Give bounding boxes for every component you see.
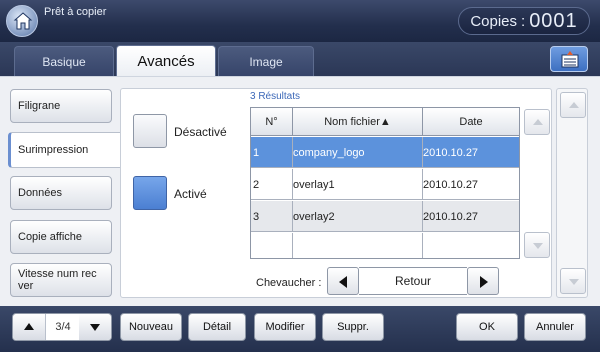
copies-colon: :: [521, 12, 526, 30]
modify-button[interactable]: Modifier: [254, 313, 316, 341]
overlay-panel: Désactivé Activé 3 Résultats N° Nom fich…: [120, 88, 552, 298]
table-scroll-up-button[interactable]: [524, 109, 550, 135]
sidebar-item-donnees[interactable]: Données: [10, 176, 112, 210]
content-area: Filigrane Surimpression Données Copie af…: [0, 76, 600, 306]
overlap-prev-button[interactable]: [327, 267, 359, 295]
row-filename: [293, 233, 423, 258]
sidebar-item-filigrane[interactable]: Filigrane: [10, 89, 112, 123]
table-header: N° Nom fichier▲ Date: [251, 108, 519, 136]
status-header: Prêt à copier Copies : 0001: [0, 0, 600, 42]
row-number: [251, 233, 293, 258]
table-row[interactable]: [251, 233, 519, 258]
delete-button[interactable]: Suppr.: [322, 313, 384, 341]
new-button[interactable]: Nouveau: [120, 313, 182, 341]
page-down-button[interactable]: [79, 314, 111, 340]
triangle-down-icon: [90, 324, 100, 331]
file-table: N° Nom fichier▲ Date 1 company_logo 2010…: [250, 107, 520, 259]
triangle-up-icon: [24, 323, 34, 330]
sidebar-item-label: Surimpression: [18, 144, 89, 156]
panel-scrollbar[interactable]: [556, 88, 588, 298]
results-count: 3 Résultats: [250, 91, 301, 102]
overlap-next-button[interactable]: [467, 267, 499, 295]
panel-scroll-up-button[interactable]: [560, 92, 586, 118]
row-number: 3: [251, 201, 293, 232]
page-up-button[interactable]: [13, 314, 45, 340]
cancel-button[interactable]: Annuler: [524, 313, 586, 341]
bottom-bar: 3/4 Nouveau Détail Modifier Suppr. OK An…: [0, 306, 600, 352]
page-navigator: 3/4: [12, 313, 112, 341]
home-icon: [13, 12, 33, 30]
home-button[interactable]: [6, 5, 38, 37]
table-row[interactable]: 2 overlay1 2010.10.27: [251, 169, 519, 200]
row-date: [423, 233, 519, 258]
off-option-box[interactable]: [133, 114, 167, 148]
detail-button[interactable]: Détail: [188, 313, 246, 341]
row-number: 1: [251, 137, 293, 168]
column-header-date[interactable]: Date: [423, 108, 519, 136]
row-filename: overlay1: [293, 169, 423, 200]
row-date: 2010.10.27: [423, 146, 479, 159]
sidebar-item-surimpression[interactable]: Surimpression: [8, 132, 122, 168]
sidebar-item-vitesse[interactable]: Vitesse num rec ver: [10, 263, 112, 297]
chevron-down-icon: [569, 279, 579, 285]
tab-bar: Basique Avancés Image: [0, 42, 600, 76]
sidebar-item-label: Filigrane: [18, 100, 61, 112]
copies-label: Copies: [470, 12, 518, 30]
chevron-up-icon: [533, 119, 543, 125]
chevron-down-icon: [533, 243, 543, 249]
row-filename: overlay2: [293, 201, 423, 232]
page-indicator: 3/4: [45, 314, 81, 340]
tab-image[interactable]: Image: [218, 46, 314, 76]
machine-status: Prêt à copier: [44, 6, 107, 18]
job-settings-button[interactable]: [550, 46, 588, 72]
overlap-label: Chevaucher :: [256, 277, 322, 289]
table-row[interactable]: 1 company_logo 2010.10.27: [251, 137, 519, 168]
table-row[interactable]: 3 overlay2 2010.10.27: [251, 201, 519, 232]
row-date: 2010.10.27: [423, 178, 479, 191]
ok-button[interactable]: OK: [456, 313, 518, 341]
sidebar-item-label: Données: [18, 187, 63, 199]
sidebar-item-label: Copie affiche: [18, 231, 83, 243]
sidebar-item-copie-affiche[interactable]: Copie affiche: [10, 220, 112, 254]
sidebar-item-label: Vitesse num rec ver: [18, 268, 97, 292]
arrow-left-icon: [339, 276, 347, 288]
column-header-number[interactable]: N°: [251, 108, 293, 136]
off-option-label: Désactivé: [174, 125, 227, 139]
copies-count: 0001: [529, 9, 578, 32]
tab-avances[interactable]: Avancés: [116, 45, 216, 76]
copies-counter[interactable]: Copies : 0001: [458, 7, 590, 35]
row-filename: company_logo: [293, 137, 423, 168]
tab-basique[interactable]: Basique: [14, 46, 114, 76]
chevron-up-icon: [569, 102, 579, 108]
row-number: 2: [251, 169, 293, 200]
arrow-right-icon: [480, 276, 488, 288]
on-option-label: Activé: [174, 187, 207, 201]
overlap-value: Retour: [359, 267, 467, 295]
job-settings-icon: [561, 51, 579, 68]
column-header-filename[interactable]: Nom fichier▲: [293, 108, 423, 136]
row-date: 2010.10.27: [423, 210, 479, 223]
table-scroll-down-button[interactable]: [524, 232, 550, 258]
on-option-box[interactable]: [133, 176, 167, 210]
panel-scroll-down-button[interactable]: [560, 268, 586, 294]
